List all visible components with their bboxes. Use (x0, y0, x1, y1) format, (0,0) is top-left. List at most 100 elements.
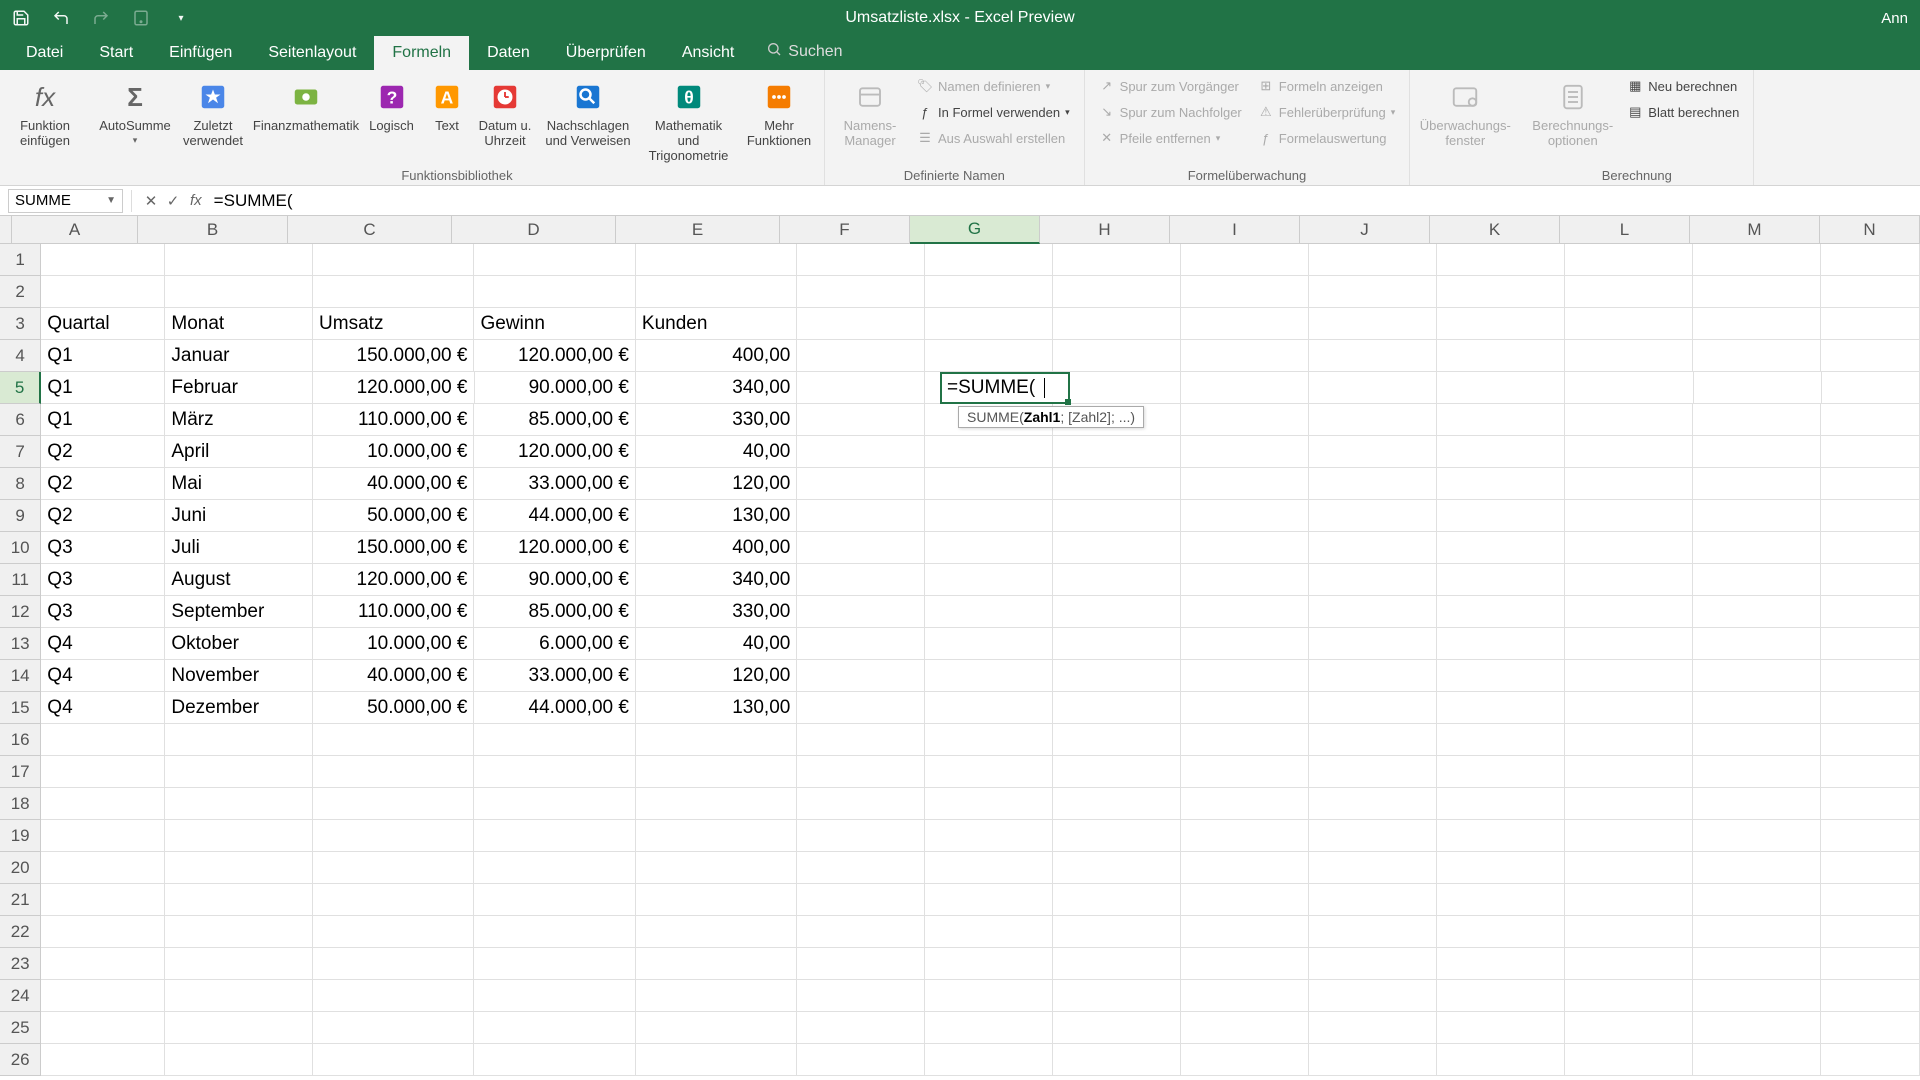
cell-E10[interactable]: 400,00 (636, 532, 797, 564)
cell-D1[interactable] (474, 244, 635, 276)
cell-D7[interactable]: 120.000,00 € (474, 436, 635, 468)
cell-B6[interactable]: März (165, 404, 313, 436)
cell-H16[interactable] (1053, 724, 1181, 756)
cell-G16[interactable] (925, 724, 1053, 756)
cell-I8[interactable] (1181, 468, 1309, 500)
cell-H22[interactable] (1053, 916, 1181, 948)
cell-E11[interactable]: 340,00 (636, 564, 797, 596)
row-header-3[interactable]: 3 (0, 308, 41, 340)
name-manager-button[interactable]: Namens-Manager (835, 76, 905, 150)
cell-D20[interactable] (474, 852, 635, 884)
cell-G15[interactable] (925, 692, 1053, 724)
cell-A18[interactable] (41, 788, 165, 820)
cell-M12[interactable] (1693, 596, 1821, 628)
cell-D11[interactable]: 90.000,00 € (474, 564, 635, 596)
cell-C12[interactable]: 110.000,00 € (313, 596, 474, 628)
cell-L20[interactable] (1565, 852, 1693, 884)
cell-M22[interactable] (1693, 916, 1821, 948)
user-name[interactable]: Ann (1881, 10, 1920, 27)
cell-K22[interactable] (1437, 916, 1565, 948)
cell-K16[interactable] (1437, 724, 1565, 756)
cell-J22[interactable] (1309, 916, 1437, 948)
row-header-9[interactable]: 9 (0, 500, 41, 532)
cell-L9[interactable] (1565, 500, 1693, 532)
cell-M7[interactable] (1693, 436, 1821, 468)
recent-button[interactable]: Zuletzt verwendet (178, 76, 248, 150)
cell-F24[interactable] (797, 980, 925, 1012)
cell-H2[interactable] (1053, 276, 1181, 308)
insert-function-button[interactable]: fx Funktion einfügen (10, 76, 80, 150)
cell-I1[interactable] (1181, 244, 1309, 276)
remove-arrows-button[interactable]: ✕Pfeile entfernen▾ (1095, 128, 1246, 148)
cell-I21[interactable] (1181, 884, 1309, 916)
cell-B17[interactable] (165, 756, 313, 788)
cell-I14[interactable] (1181, 660, 1309, 692)
cell-A25[interactable] (41, 1012, 165, 1044)
tab-ansicht[interactable]: Ansicht (664, 36, 752, 70)
cell-E22[interactable] (636, 916, 797, 948)
cell-G21[interactable] (925, 884, 1053, 916)
cell-J9[interactable] (1309, 500, 1437, 532)
cell-L18[interactable] (1565, 788, 1693, 820)
cell-L25[interactable] (1565, 1012, 1693, 1044)
cell-M4[interactable] (1693, 340, 1821, 372)
cell-H4[interactable] (1053, 340, 1181, 372)
cell-E20[interactable] (636, 852, 797, 884)
cell-F3[interactable] (797, 308, 925, 340)
search-box[interactable]: Suchen (752, 33, 856, 70)
cell-K23[interactable] (1437, 948, 1565, 980)
cell-C3[interactable]: Umsatz (313, 308, 474, 340)
cell-M10[interactable] (1693, 532, 1821, 564)
cell-F16[interactable] (797, 724, 925, 756)
cell-D6[interactable]: 85.000,00 € (474, 404, 635, 436)
cell-B5[interactable]: Februar (165, 372, 313, 404)
cell-B2[interactable] (165, 276, 313, 308)
cell-D13[interactable]: 6.000,00 € (474, 628, 635, 660)
cell-C10[interactable]: 150.000,00 € (313, 532, 474, 564)
cell-H12[interactable] (1053, 596, 1181, 628)
evaluate-formula-button[interactable]: ƒFormelauswertung (1254, 128, 1400, 148)
cell-A10[interactable]: Q3 (41, 532, 165, 564)
undo-icon[interactable] (50, 7, 72, 29)
cell-M20[interactable] (1693, 852, 1821, 884)
cell-K13[interactable] (1437, 628, 1565, 660)
cell-E16[interactable] (636, 724, 797, 756)
datetime-button[interactable]: Datum u. Uhrzeit (475, 76, 535, 150)
cell-I9[interactable] (1181, 500, 1309, 532)
column-header-M[interactable]: M (1690, 216, 1820, 244)
create-from-selection-button[interactable]: ☰Aus Auswahl erstellen (913, 128, 1074, 148)
cell-E3[interactable]: Kunden (636, 308, 797, 340)
cell-C13[interactable]: 10.000,00 € (313, 628, 474, 660)
cell-I7[interactable] (1181, 436, 1309, 468)
cell-K4[interactable] (1437, 340, 1565, 372)
cell-I20[interactable] (1181, 852, 1309, 884)
cell-B11[interactable]: August (165, 564, 313, 596)
cell-E12[interactable]: 330,00 (636, 596, 797, 628)
cell-I17[interactable] (1181, 756, 1309, 788)
cell-N8[interactable] (1821, 468, 1920, 500)
cell-E17[interactable] (636, 756, 797, 788)
cell-C18[interactable] (313, 788, 474, 820)
cell-N18[interactable] (1821, 788, 1920, 820)
cell-I19[interactable] (1181, 820, 1309, 852)
cell-N21[interactable] (1821, 884, 1920, 916)
cell-M6[interactable] (1693, 404, 1821, 436)
cell-B8[interactable]: Mai (165, 468, 313, 500)
column-header-A[interactable]: A (12, 216, 138, 244)
fx-button[interactable]: fx (190, 192, 202, 209)
cell-A9[interactable]: Q2 (41, 500, 165, 532)
cell-B7[interactable]: April (165, 436, 313, 468)
cell-J17[interactable] (1309, 756, 1437, 788)
cell-E4[interactable]: 400,00 (636, 340, 797, 372)
row-header-14[interactable]: 14 (0, 660, 41, 692)
cell-E18[interactable] (636, 788, 797, 820)
cell-G17[interactable] (925, 756, 1053, 788)
cell-N16[interactable] (1821, 724, 1920, 756)
cell-I6[interactable] (1181, 404, 1309, 436)
cell-E8[interactable]: 120,00 (636, 468, 797, 500)
select-all-corner[interactable] (0, 216, 12, 244)
cell-J23[interactable] (1309, 948, 1437, 980)
cell-M26[interactable] (1693, 1044, 1821, 1076)
cell-D21[interactable] (474, 884, 635, 916)
cell-H21[interactable] (1053, 884, 1181, 916)
